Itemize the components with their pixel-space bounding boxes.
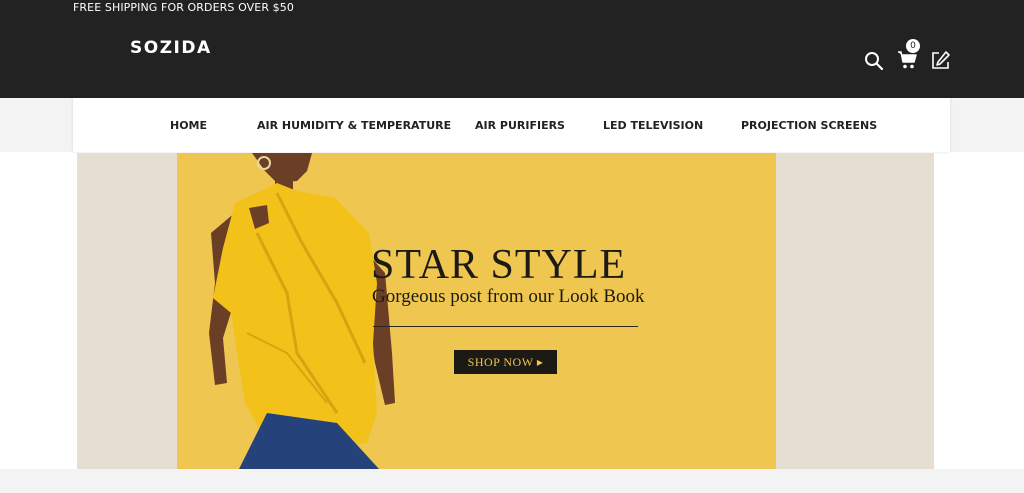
banner-divider <box>373 326 638 327</box>
nav-item-home[interactable]: HOME <box>170 119 207 132</box>
nav-item-air-humidity[interactable]: AIR HUMIDITY & TEMPERATURE <box>257 119 451 132</box>
hero-banner[interactable]: STAR STYLE Gorgeous post from our Look B… <box>77 153 934 469</box>
promo-text: FREE SHIPPING FOR ORDERS OVER $50 <box>73 1 294 14</box>
top-header: FREE SHIPPING FOR ORDERS OVER $50 SOZIDA <box>0 0 1024 98</box>
shop-now-button[interactable]: SHOP NOW ▸ <box>454 350 557 374</box>
model-image <box>209 153 395 469</box>
nav-item-projection-screens[interactable]: PROJECTION SCREENS <box>741 119 877 132</box>
search-icon[interactable] <box>864 51 884 71</box>
edit-icon[interactable] <box>930 50 951 71</box>
site-logo[interactable]: SOZIDA <box>130 38 212 58</box>
banner-subtitle: Gorgeous post from our Look Book <box>372 286 645 307</box>
nav-item-air-purifiers[interactable]: AIR PURIFIERS <box>475 119 565 132</box>
footer-band <box>0 469 1024 493</box>
banner-title: STAR STYLE <box>371 242 627 288</box>
nav-item-led-television[interactable]: LED TELEVISION <box>603 119 703 132</box>
main-nav: HOME AIR HUMIDITY & TEMPERATURE AIR PURI… <box>73 98 950 152</box>
cart-count-badge: 0 <box>906 39 920 53</box>
